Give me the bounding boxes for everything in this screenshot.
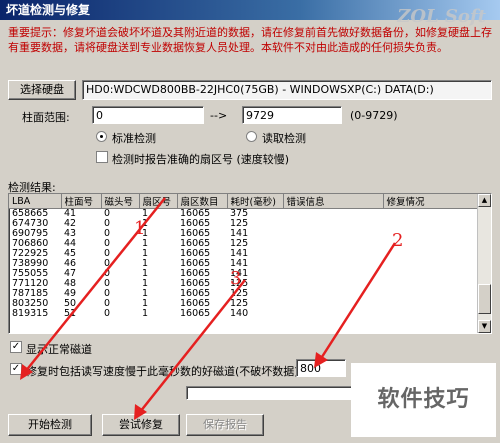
annotation-2: 2 <box>392 230 404 251</box>
annotation-3: 3 <box>230 268 242 289</box>
annotation-1: 1 <box>134 218 146 239</box>
arrow-3 <box>139 279 246 413</box>
watermark-bottom: 软件技巧 <box>351 363 496 437</box>
arrow-2 <box>318 242 397 361</box>
